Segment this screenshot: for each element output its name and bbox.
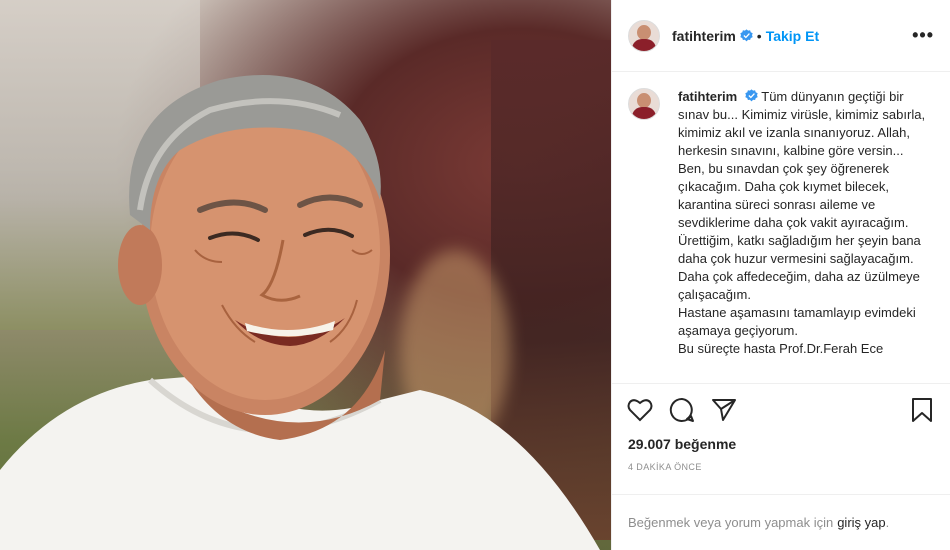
separator-dot: •	[756, 27, 762, 44]
more-options-icon[interactable]: •••	[912, 25, 934, 46]
post-sidebar: fatihterim • Takip Et ••• fatihterim Tüm…	[611, 0, 950, 550]
instagram-post: fatihterim • Takip Et ••• fatihterim Tüm…	[0, 0, 950, 550]
caption: fatihterim Tüm dünyanın geçtiği bir sına…	[678, 88, 932, 383]
post-photo[interactable]	[0, 0, 611, 550]
caption-text: Ürettiğim, katkı sağladığım her şeyin ba…	[678, 233, 921, 302]
heart-icon[interactable]	[626, 396, 654, 424]
login-prompt-text: Beğenmek veya yorum yapmak için	[628, 515, 834, 530]
bookmark-icon[interactable]	[908, 396, 936, 424]
avatar[interactable]	[628, 88, 660, 120]
login-prompt: Beğenmek veya yorum yapmak için giriş ya…	[612, 494, 950, 550]
share-icon[interactable]	[710, 396, 738, 424]
login-prompt-suffix: .	[885, 515, 890, 530]
avatar[interactable]	[628, 19, 660, 52]
username-link[interactable]: fatihterim	[672, 28, 736, 44]
caption-username[interactable]: fatihterim	[678, 89, 737, 104]
likes-count[interactable]: 29.007 beğenme	[612, 436, 950, 456]
action-bar	[612, 384, 950, 436]
caption-scroll-area[interactable]: fatihterim Tüm dünyanın geçtiği bir sına…	[612, 72, 950, 384]
comment-icon[interactable]	[668, 396, 696, 424]
smiling-man-photo	[0, 75, 600, 550]
verified-badge-icon	[740, 29, 753, 42]
login-link[interactable]: giriş yap	[837, 515, 885, 530]
caption-text: Tüm dünyanın geçtiği bir sınav bu... Kim…	[678, 89, 926, 230]
post-timestamp[interactable]: 4 DAKİKA ÖNCE	[612, 456, 950, 484]
verified-badge-icon	[745, 89, 758, 102]
caption-text: Bu süreçte hasta Prof.Dr.Ferah Ece	[678, 341, 884, 356]
post-header: fatihterim • Takip Et •••	[612, 0, 950, 72]
follow-button[interactable]: Takip Et	[766, 28, 819, 44]
caption-text: Hastane aşamasını tamamlayıp evimdeki aş…	[678, 305, 916, 338]
